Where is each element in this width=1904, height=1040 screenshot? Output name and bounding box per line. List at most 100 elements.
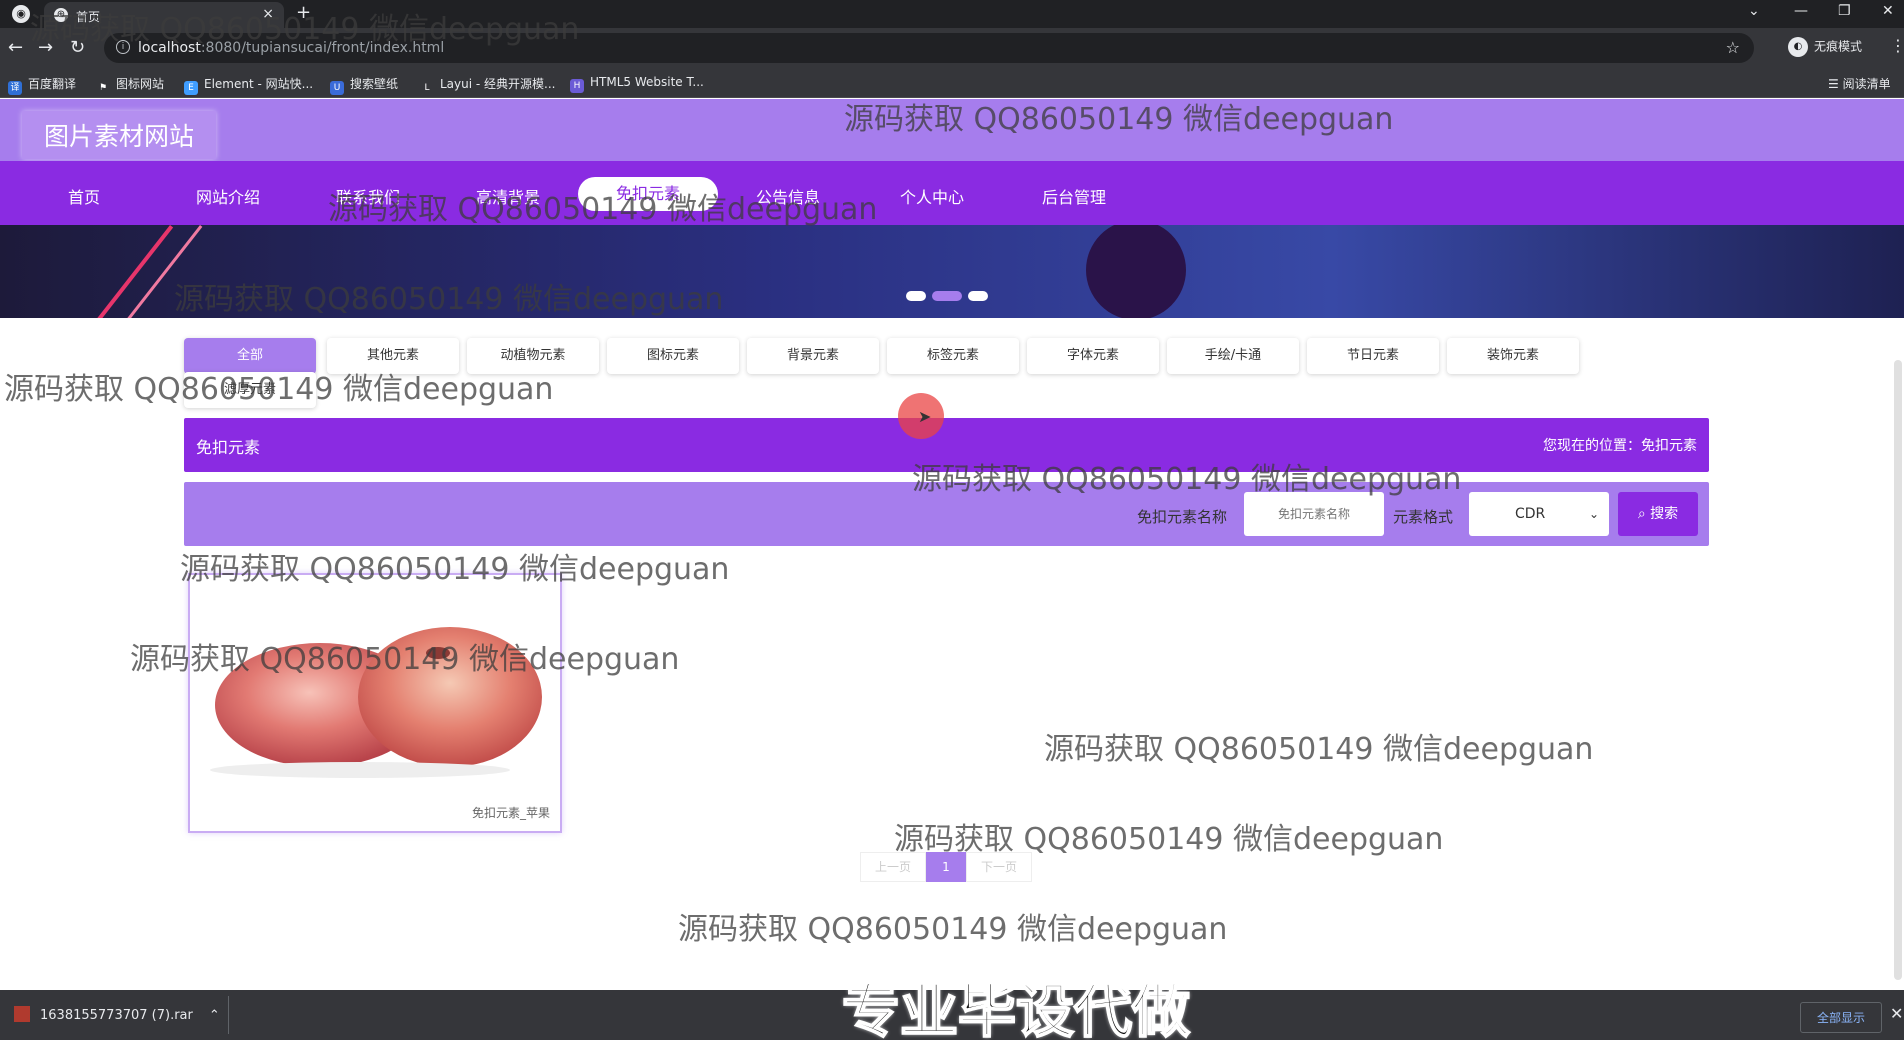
category-all[interactable]: 全部 — [184, 338, 316, 374]
archive-icon — [14, 1006, 30, 1022]
section-title-bar: 免扣元素 您现在的位置：免扣元素 — [184, 418, 1709, 472]
nav-admin[interactable]: 后台管理 — [1004, 181, 1144, 215]
search-icon: ⌕ — [1637, 506, 1646, 522]
bookmark-label: Element - 网站快... — [204, 77, 314, 91]
translate-icon: 译 — [8, 81, 22, 95]
bookmark-item[interactable]: ⚑ 图标网站 — [96, 75, 164, 95]
nav-cutout-elements[interactable]: 免扣元素 — [578, 177, 718, 211]
element-icon: E — [184, 81, 198, 95]
name-search-input[interactable] — [1244, 492, 1384, 536]
name-label: 免扣元素名称 — [1137, 508, 1228, 526]
chevron-down-icon: ⌄ — [1588, 507, 1599, 521]
nav-announcements[interactable]: 公告信息 — [718, 181, 858, 215]
incognito-label: 无痕模式 — [1814, 39, 1863, 54]
url-host: localhost — [138, 40, 201, 56]
format-select-value: CDR — [1515, 506, 1546, 522]
bookmark-label: HTML5 Website T... — [590, 75, 704, 89]
category-filter[interactable]: 滤厚元素 — [184, 372, 316, 408]
nav-profile[interactable]: 个人中心 — [862, 181, 1002, 215]
page-1-button[interactable]: 1 — [926, 852, 966, 882]
video-caption: 专业毕设代做 — [841, 976, 1191, 1040]
forward-icon[interactable]: → — [38, 37, 53, 58]
wallpaper-icon: U — [330, 81, 344, 95]
section-title: 免扣元素 — [196, 438, 261, 457]
bookmark-item[interactable]: U 搜索壁纸 — [330, 75, 398, 95]
download-filename: 1638155773707 (7).rar — [40, 1008, 193, 1023]
format-label: 元素格式 — [1393, 508, 1454, 526]
bookmark-label: 搜索壁纸 — [350, 77, 399, 91]
tab-title: 首页 — [76, 10, 101, 24]
next-page-button[interactable]: 下一页 — [966, 852, 1032, 882]
close-window-icon[interactable]: ✕ — [1882, 3, 1894, 19]
bookmark-label: Layui - 经典开源模... — [440, 77, 556, 91]
category-icons[interactable]: 图标元素 — [607, 338, 739, 374]
reading-list[interactable]: ☰ 阅读清单 — [1828, 75, 1891, 92]
flag-icon: ⚑ — [98, 83, 108, 93]
menu-icon[interactable]: ⋮ — [1890, 36, 1904, 55]
browser-tab[interactable]: ⊕ 首页 × — [44, 2, 284, 28]
back-icon[interactable]: ← — [8, 37, 23, 58]
bookmark-item[interactable]: H HTML5 Website T... — [570, 75, 704, 93]
bookmark-item[interactable]: 译百度翻译 — [8, 75, 76, 95]
format-select[interactable]: CDR ⌄ — [1469, 492, 1609, 536]
reload-icon[interactable]: ↻ — [70, 37, 85, 58]
category-holidays[interactable]: 节日元素 — [1307, 338, 1439, 374]
new-tab-button[interactable]: + — [296, 2, 311, 23]
category-backgrounds[interactable]: 背景元素 — [747, 338, 879, 374]
bookmark-label: 图标网站 — [116, 77, 165, 91]
close-tab-icon[interactable]: × — [262, 6, 274, 22]
tab-search-icon[interactable]: ⌄ — [1748, 3, 1760, 19]
carousel-dot[interactable] — [906, 291, 926, 301]
address-toolbar: ← → ↻ i localhost:8080/tupiansucai/front… — [0, 28, 1904, 68]
url-bar[interactable]: i localhost:8080/tupiansucai/front/index… — [104, 33, 1754, 63]
carousel-dot[interactable] — [968, 291, 988, 301]
nav-home[interactable]: 首页 — [14, 181, 154, 215]
search-button[interactable]: ⌕ 搜索 — [1618, 492, 1698, 536]
category-other[interactable]: 其他元素 — [327, 338, 459, 374]
breadcrumb: 您现在的位置：免扣元素 — [1543, 438, 1697, 454]
page-scrollbar[interactable] — [1894, 360, 1902, 980]
close-download-bar-icon[interactable]: ✕ — [1890, 1004, 1903, 1023]
url-text[interactable]: localhost:8080/tupiansucai/front/index.h… — [138, 40, 444, 56]
globe-icon: ⊕ — [54, 8, 68, 22]
category-hand-drawn[interactable]: 手绘/卡通 — [1167, 338, 1299, 374]
minimize-icon[interactable]: — — [1794, 3, 1808, 19]
bookmark-label: 百度翻译 — [28, 77, 77, 91]
incognito-icon: ◐ — [1788, 37, 1808, 57]
incognito-badge[interactable]: ◐ 无痕模式 — [1788, 37, 1862, 57]
carousel-dot-active[interactable] — [932, 291, 962, 301]
element-card[interactable]: 免扣元素_苹果 — [188, 573, 562, 833]
browser-icon[interactable]: ◉ — [12, 5, 30, 23]
reading-list-label: 阅读清单 — [1842, 77, 1891, 91]
click-indicator: ➤ — [898, 393, 944, 439]
main-nav: 首页 网站介绍 联系我们 高清背景 免扣元素 公告信息 个人中心 后台管理 — [0, 161, 1904, 225]
nav-hd-backgrounds[interactable]: 高清背景 — [438, 181, 578, 215]
category-decorations[interactable]: 装饰元素 — [1447, 338, 1579, 374]
divider — [228, 996, 229, 1034]
category-animals-plants[interactable]: 动植物元素 — [467, 338, 599, 374]
nav-contact[interactable]: 联系我们 — [298, 181, 438, 215]
bookmark-item[interactable]: E Element - 网站快... — [184, 75, 313, 95]
show-all-button[interactable]: 全部显示 — [1800, 1002, 1883, 1033]
cursor-icon: ➤ — [918, 407, 932, 426]
download-item[interactable]: 1638155773707 (7).rar ⌃ — [14, 1006, 220, 1023]
info-icon[interactable]: i — [116, 40, 130, 54]
banner-planet — [1086, 225, 1186, 318]
watermark: 源码获取 QQ86050149 微信deepguan — [678, 912, 1228, 947]
bookmarks-bar: 译百度翻译 ⚑ 图标网站 E Element - 网站快... U 搜索壁纸 L Lay… — [0, 68, 1904, 98]
layui-icon: L — [424, 83, 430, 93]
hero-banner — [0, 225, 1904, 318]
prev-page-button[interactable]: 上一页 — [860, 852, 926, 882]
restore-icon[interactable]: ❐ — [1838, 3, 1851, 19]
apple-image — [210, 627, 542, 778]
site-logo[interactable]: 图片素材网站 — [22, 111, 217, 159]
chevron-up-icon[interactable]: ⌃ — [209, 1008, 220, 1023]
nav-about[interactable]: 网站介绍 — [158, 181, 298, 215]
category-labels[interactable]: 标签元素 — [887, 338, 1019, 374]
category-fonts[interactable]: 字体元素 — [1027, 338, 1159, 374]
html5-icon: H — [570, 79, 584, 93]
bookmark-star-icon[interactable]: ☆ — [1726, 38, 1740, 57]
url-path: :8080/tupiansucai/front/index.html — [200, 40, 445, 56]
site-header: 图片素材网站 — [0, 99, 1904, 161]
bookmark-item[interactable]: L Layui - 经典开源模... — [420, 75, 555, 95]
